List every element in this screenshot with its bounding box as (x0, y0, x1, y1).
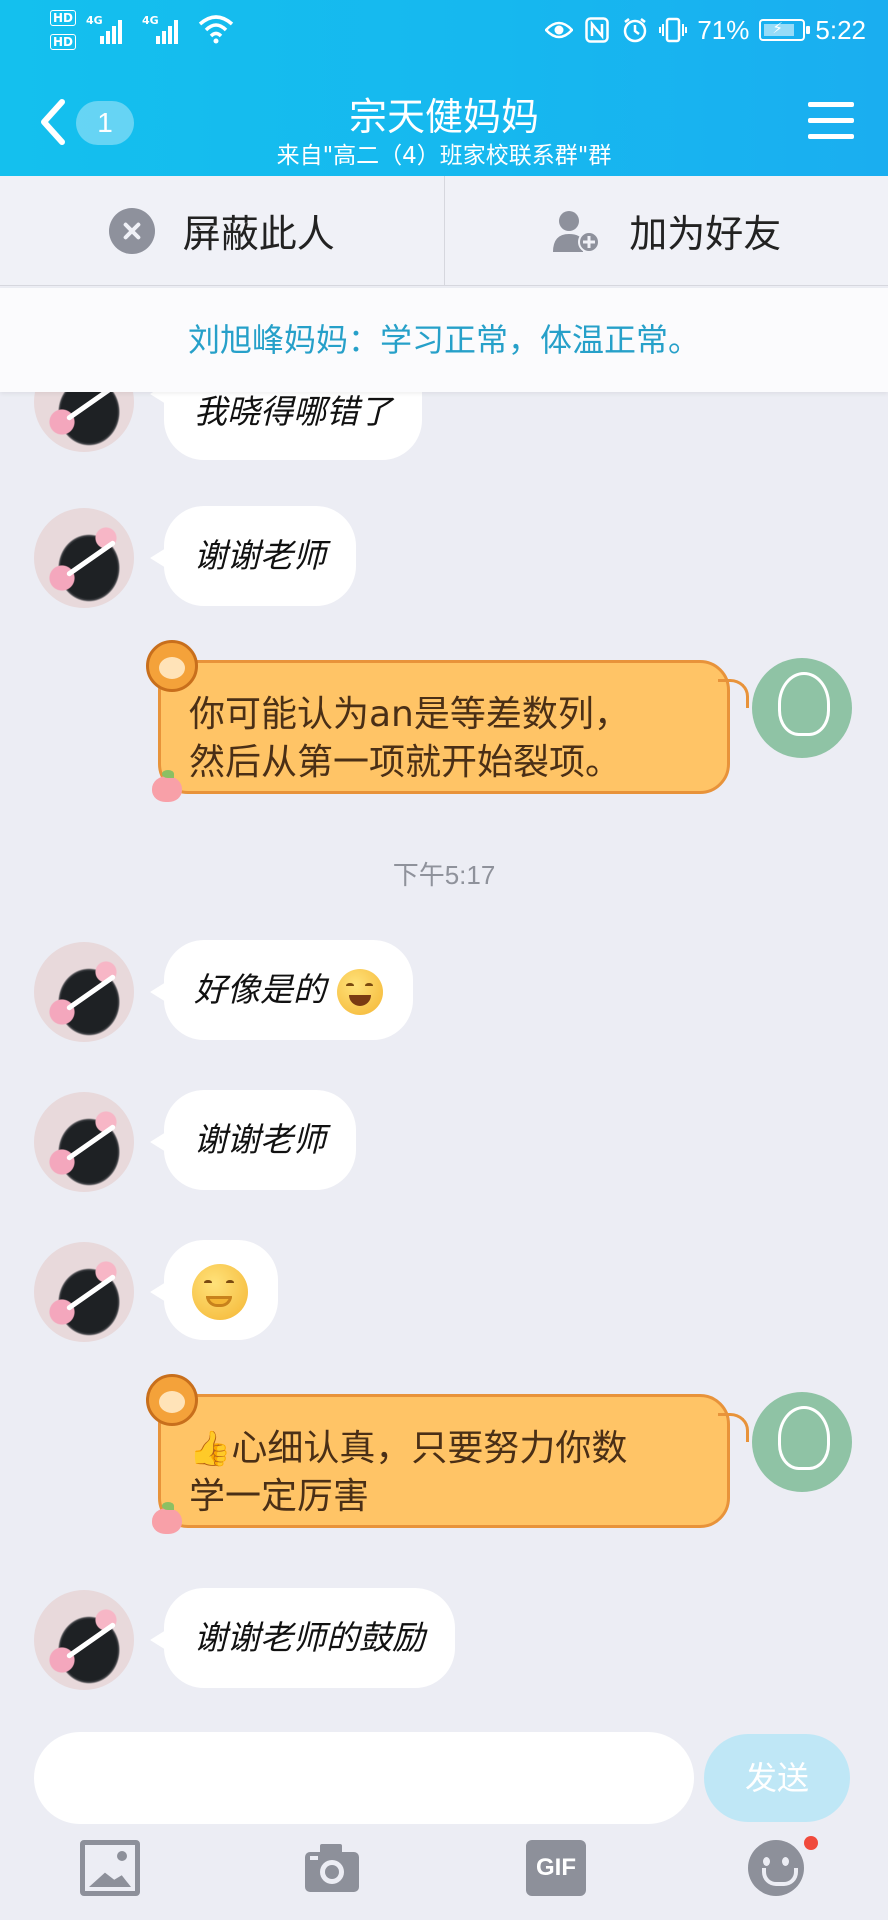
network-type-label: 4G (86, 14, 103, 27)
message-text: 谢谢老师的鼓励 (194, 1618, 425, 1657)
chat-subtitle: 来自"高二（4）班家校联系群"群 (276, 143, 612, 169)
sender-avatar[interactable] (34, 1590, 134, 1690)
nfc-icon (583, 16, 611, 44)
message-text: 好像是的 (194, 970, 326, 1009)
message-input[interactable] (34, 1732, 694, 1824)
message-timestamp: 下午5:17 (392, 860, 496, 890)
send-button[interactable]: 发送 (704, 1734, 850, 1822)
sender-avatar[interactable] (34, 942, 134, 1042)
message-text-line: 学一定厉害 (189, 1476, 370, 1517)
hd-badge: HD (50, 34, 77, 50)
wifi-icon (198, 15, 234, 44)
message-text-line: 然后从第一项就开始裂项。 (189, 742, 622, 783)
message-text-line: 你可能认为an是等差数列， (189, 694, 630, 735)
sender-avatar[interactable] (34, 1092, 134, 1192)
incoming-message-bubble[interactable]: 我晓得哪错了 (150, 392, 422, 460)
stranger-action-bar: 屏蔽此人 加为好友 (0, 176, 888, 286)
chat-title: 宗天健妈妈 (348, 95, 539, 139)
face-with-hand-over-mouth-emoji-icon (192, 1264, 248, 1320)
peach-decoration-icon (152, 770, 182, 802)
message-text: 谢谢老师 (194, 1120, 326, 1159)
pinned-notice[interactable]: 刘旭峰妈妈：学习正常，体温正常。 (0, 288, 888, 392)
battery-percent: 71% (697, 14, 750, 45)
sender-avatar[interactable] (34, 508, 134, 608)
network-type-label: 4G (142, 14, 159, 27)
incoming-message-bubble[interactable]: 好像是的 (150, 940, 413, 1040)
message-text-line: 👍心细认真，只要努力你数 (189, 1425, 703, 1473)
notification-dot (804, 1836, 818, 1850)
hd-badge: HD (50, 10, 77, 26)
gif-icon[interactable]: GIF (526, 1840, 586, 1896)
vibrate-icon (659, 16, 688, 44)
block-user-button[interactable]: 屏蔽此人 (0, 176, 444, 285)
message-text: 我晓得哪错了 (194, 392, 392, 431)
block-user-label: 屏蔽此人 (182, 212, 335, 256)
add-friend-button[interactable]: 加为好友 (443, 176, 888, 285)
my-avatar[interactable] (752, 658, 852, 758)
outgoing-message-bubble[interactable]: 你可能认为an是等差数列， 然后从第一项就开始裂项。 (158, 660, 749, 794)
block-icon (108, 207, 155, 254)
tears-of-joy-emoji-icon (336, 969, 383, 1015)
menu-icon[interactable] (808, 102, 854, 140)
clock: 5:22 (815, 14, 866, 45)
monkey-bubble-decoration-icon (146, 1374, 198, 1426)
signal-icon: 4G (142, 14, 178, 44)
alarm-icon (621, 16, 649, 44)
peach-decoration-icon (152, 1502, 182, 1534)
emoji-icon[interactable] (748, 1840, 804, 1896)
outgoing-message-bubble[interactable]: 👍心细认真，只要努力你数 学一定厉害 (158, 1394, 749, 1528)
battery-icon: ⚡ (759, 19, 811, 41)
add-friend-label: 加为好友 (629, 212, 782, 256)
input-toolbar: GIF (0, 1826, 888, 1920)
message-list[interactable]: 我晓得哪错了 谢谢老师 你可能认为an是等差数列， 然后从第一项就开始裂项。 下… (0, 392, 888, 1725)
incoming-message-bubble[interactable]: 谢谢老师 (150, 1090, 356, 1190)
signal-icon: 4G (86, 14, 122, 44)
incoming-message-bubble[interactable]: 谢谢老师的鼓励 (150, 1588, 455, 1688)
incoming-message-bubble[interactable]: 谢谢老师 (150, 506, 356, 606)
my-avatar[interactable] (752, 1392, 852, 1492)
sender-avatar[interactable] (34, 1242, 134, 1342)
sender-avatar[interactable] (34, 392, 134, 452)
message-text: 谢谢老师 (194, 536, 326, 575)
header-bar: HD HD 4G 4G 71% ⚡ 5:22 1 宗天健妈妈 来自"高二（4）班… (0, 0, 888, 176)
camera-icon[interactable] (302, 1840, 362, 1896)
eye-icon (545, 16, 574, 44)
status-bar-left: HD HD 4G 4G (50, 8, 240, 58)
incoming-message-bubble[interactable] (150, 1240, 278, 1340)
thumbs-up-emoji-icon: 👍 (189, 1429, 232, 1469)
message-text: 心细认真，只要努力你数 (231, 1428, 628, 1469)
status-bar-right: 71% ⚡ 5:22 (545, 8, 866, 52)
image-icon[interactable] (80, 1840, 140, 1896)
monkey-bubble-decoration-icon (146, 640, 198, 692)
add-friend-icon (553, 210, 601, 253)
